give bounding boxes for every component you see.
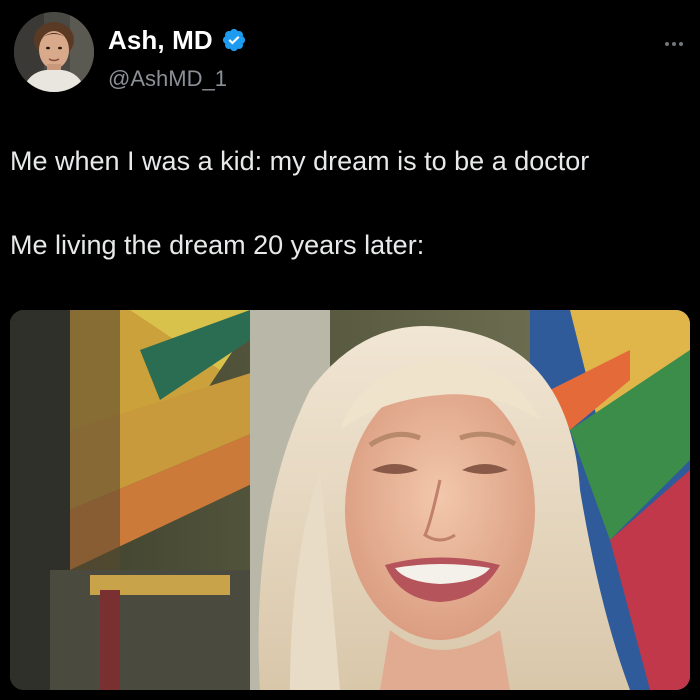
user-handle[interactable]: @AshMD_1 [108, 66, 227, 92]
verified-badge-icon [222, 28, 245, 52]
more-dot [665, 42, 669, 46]
post-text-line-2: Me living the dream 20 years later: [10, 230, 425, 260]
display-name[interactable]: Ash, MD [108, 25, 213, 56]
more-dot [679, 42, 683, 46]
meme-photo [10, 310, 690, 690]
name-row: Ash, MD [108, 24, 247, 56]
post-media[interactable] [10, 310, 690, 690]
avatar[interactable] [14, 12, 94, 92]
more-dot [672, 42, 676, 46]
post-text-line-1: Me when I was a kid: my dream is to be a… [10, 146, 590, 176]
tweet: Ash, MD @AshMD_1 Me when I was a kid: my… [0, 0, 700, 700]
tweet-header: Ash, MD @AshMD_1 [14, 12, 686, 96]
more-options-icon[interactable] [664, 34, 684, 54]
avatar-photo-icon [14, 12, 94, 92]
